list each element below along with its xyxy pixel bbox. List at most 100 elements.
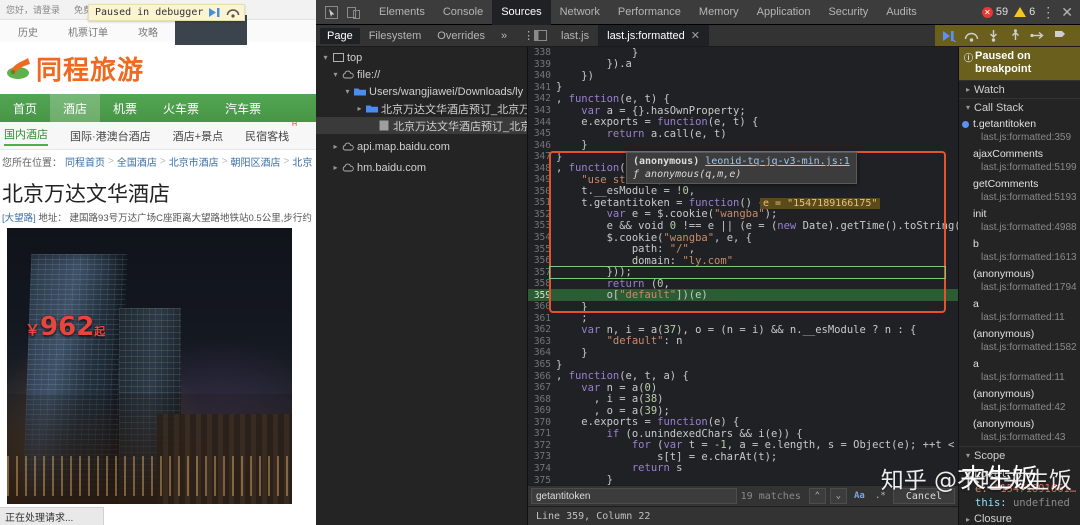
warning-count[interactable]: 6: [1014, 6, 1035, 18]
line-number[interactable]: 346: [528, 140, 556, 151]
twisty-icon[interactable]: ▾: [330, 70, 341, 79]
breadcrumb-item-1[interactable]: 全国酒店: [117, 154, 157, 169]
code-line[interactable]: 364 }: [528, 347, 958, 359]
line-number[interactable]: 355: [528, 244, 556, 255]
subnav-hotel-plus-attraction[interactable]: 酒店+景点: [173, 128, 223, 144]
line-number[interactable]: 341: [528, 82, 556, 93]
code-lines-container[interactable]: 338 } 339 }).a 340 }) 341} 342, function(e, …: [528, 47, 958, 485]
tab-application[interactable]: Application: [748, 0, 820, 25]
code-line[interactable]: 353 e && void 0 !== e || (e = (new Date)…: [528, 220, 958, 232]
line-number[interactable]: 354: [528, 232, 556, 243]
search-regex-button[interactable]: .*: [872, 488, 889, 504]
nav-item-hotel[interactable]: 酒店: [50, 94, 101, 122]
call-stack-frame[interactable]: (anonymous) last.js:formatted:42: [959, 386, 1080, 416]
line-number[interactable]: 344: [528, 117, 556, 128]
secondary-item-2[interactable]: 攻略: [138, 24, 158, 39]
code-line[interactable]: 369 , o = a(39);: [528, 405, 958, 417]
line-number[interactable]: 368: [528, 394, 556, 405]
call-stack-frame[interactable]: ajaxComments last.js:formatted:5199: [959, 146, 1080, 176]
line-number[interactable]: 340: [528, 70, 556, 81]
code-line[interactable]: 373 s[t] = e.charAt(t);: [528, 451, 958, 463]
code-line[interactable]: 344 e.exports = function(e, t) {: [528, 116, 958, 128]
deactivate-breakpoints-button[interactable]: [1051, 27, 1068, 44]
line-number[interactable]: 359: [528, 290, 556, 301]
line-number[interactable]: 360: [528, 301, 556, 312]
line-number[interactable]: 357: [528, 267, 556, 278]
tree-item-api-map-baidu[interactable]: ▸ api.map.baidu.com: [316, 138, 527, 155]
step-over-icon[interactable]: [226, 7, 240, 18]
line-number[interactable]: 343: [528, 105, 556, 116]
line-number[interactable]: 349: [528, 174, 556, 185]
subnav-homestay[interactable]: 民宿客栈 H: [245, 121, 297, 144]
secondary-item-1[interactable]: 机票订单: [68, 24, 108, 39]
chevron-down-icon[interactable]: ▾: [962, 451, 974, 460]
tab-performance[interactable]: Performance: [609, 0, 690, 25]
search-input[interactable]: getantitoken: [531, 488, 737, 504]
nav-item-home[interactable]: 首页: [0, 94, 50, 122]
nav-item-train[interactable]: 火车票: [150, 94, 212, 122]
line-number[interactable]: 342: [528, 93, 556, 104]
line-number[interactable]: 351: [528, 197, 556, 208]
section-call-stack[interactable]: ▾ Call Stack: [959, 98, 1080, 116]
line-number[interactable]: 375: [528, 475, 556, 486]
code-line[interactable]: 371 if (o.unindexedChars && i(e)) {: [528, 428, 958, 440]
code-line[interactable]: 351 t.getantitoken = function() {: [528, 197, 958, 209]
call-stack-frame[interactable]: (anonymous) last.js:formatted:1794: [959, 266, 1080, 296]
secondary-item-0[interactable]: 历史: [18, 24, 38, 39]
twisty-icon[interactable]: ▸: [330, 163, 341, 172]
error-count[interactable]: ✕ 59: [981, 6, 1008, 18]
code-line[interactable]: 363 "default": n: [528, 335, 958, 347]
call-stack-frame[interactable]: t.getantitoken last.js:formatted:359: [959, 116, 1080, 146]
search-prev-button[interactable]: ⌃: [808, 488, 826, 504]
search-match-case-button[interactable]: Aa: [851, 488, 868, 504]
step-out-button[interactable]: [1007, 27, 1024, 44]
tab-audits[interactable]: Audits: [877, 0, 926, 25]
line-number[interactable]: 366: [528, 371, 556, 382]
code-line[interactable]: 366, function(e, t, a) {: [528, 370, 958, 382]
line-number[interactable]: 353: [528, 220, 556, 231]
call-stack-frame[interactable]: init last.js:formatted:4988: [959, 206, 1080, 236]
code-line[interactable]: 365}: [528, 359, 958, 371]
nav-tab-page[interactable]: Page: [320, 27, 360, 44]
tab-console[interactable]: Console: [434, 0, 492, 25]
resume-script-button[interactable]: [941, 27, 958, 44]
line-number[interactable]: 352: [528, 209, 556, 220]
tab-memory[interactable]: Memory: [690, 0, 748, 25]
line-number[interactable]: 364: [528, 347, 556, 358]
file-tab-last-js-formatted[interactable]: last.js:formatted ✕: [598, 25, 709, 46]
line-number[interactable]: 363: [528, 336, 556, 347]
chevron-down-icon[interactable]: ▾: [962, 469, 974, 478]
code-line[interactable]: 357 }));: [528, 266, 958, 278]
nav-item-flight[interactable]: 机票: [100, 94, 150, 122]
toggle-device-toolbar-icon[interactable]: [342, 2, 364, 22]
tree-item-hm-baidu[interactable]: ▸ hm.baidu.com: [316, 159, 527, 176]
file-tab-last-js[interactable]: last.js: [552, 25, 598, 46]
code-line[interactable]: 362 var n, i = a(37), o = (n = i) && n._…: [528, 324, 958, 336]
subnav-domestic-hotels[interactable]: 国内酒店: [4, 126, 48, 146]
hotel-photo[interactable]: ￥962起: [7, 228, 292, 504]
code-line[interactable]: 340 }): [528, 70, 958, 82]
line-number[interactable]: 339: [528, 59, 556, 70]
code-line-executing[interactable]: 359 o["default"])(e): [528, 289, 958, 301]
breadcrumb-item-0[interactable]: 同程首页: [65, 154, 105, 169]
subnav-intl-hotels[interactable]: 国际·港澳台酒店: [70, 128, 151, 144]
breadcrumb-item-4[interactable]: 北京: [292, 154, 312, 169]
line-number[interactable]: 370: [528, 417, 556, 428]
twisty-icon[interactable]: ▾: [342, 87, 353, 96]
code-line[interactable]: 375 }: [528, 474, 958, 485]
tree-item-hotel-folder[interactable]: ▸ 北京万达文华酒店预订_北京万达文: [316, 100, 527, 117]
nav-tab-more[interactable]: »: [494, 28, 514, 44]
code-line[interactable]: 350 t.__esModule = !0,: [528, 185, 958, 197]
breadcrumb-item-3[interactable]: 朝阳区酒店: [231, 154, 281, 169]
code-line[interactable]: 342, function(e, t) {: [528, 93, 958, 105]
code-line[interactable]: 341}: [528, 81, 958, 93]
nav-tab-overrides[interactable]: Overrides: [430, 28, 492, 44]
breadcrumb-item-2[interactable]: 北京市酒店: [169, 154, 219, 169]
close-tab-icon[interactable]: ✕: [691, 29, 700, 42]
line-number[interactable]: 358: [528, 278, 556, 289]
line-number[interactable]: 361: [528, 313, 556, 324]
site-logo[interactable]: 同程旅游: [0, 42, 316, 94]
code-line[interactable]: 355 path: "/",: [528, 243, 958, 255]
code-line[interactable]: 346 }: [528, 139, 958, 151]
search-next-button[interactable]: ⌄: [829, 488, 847, 504]
